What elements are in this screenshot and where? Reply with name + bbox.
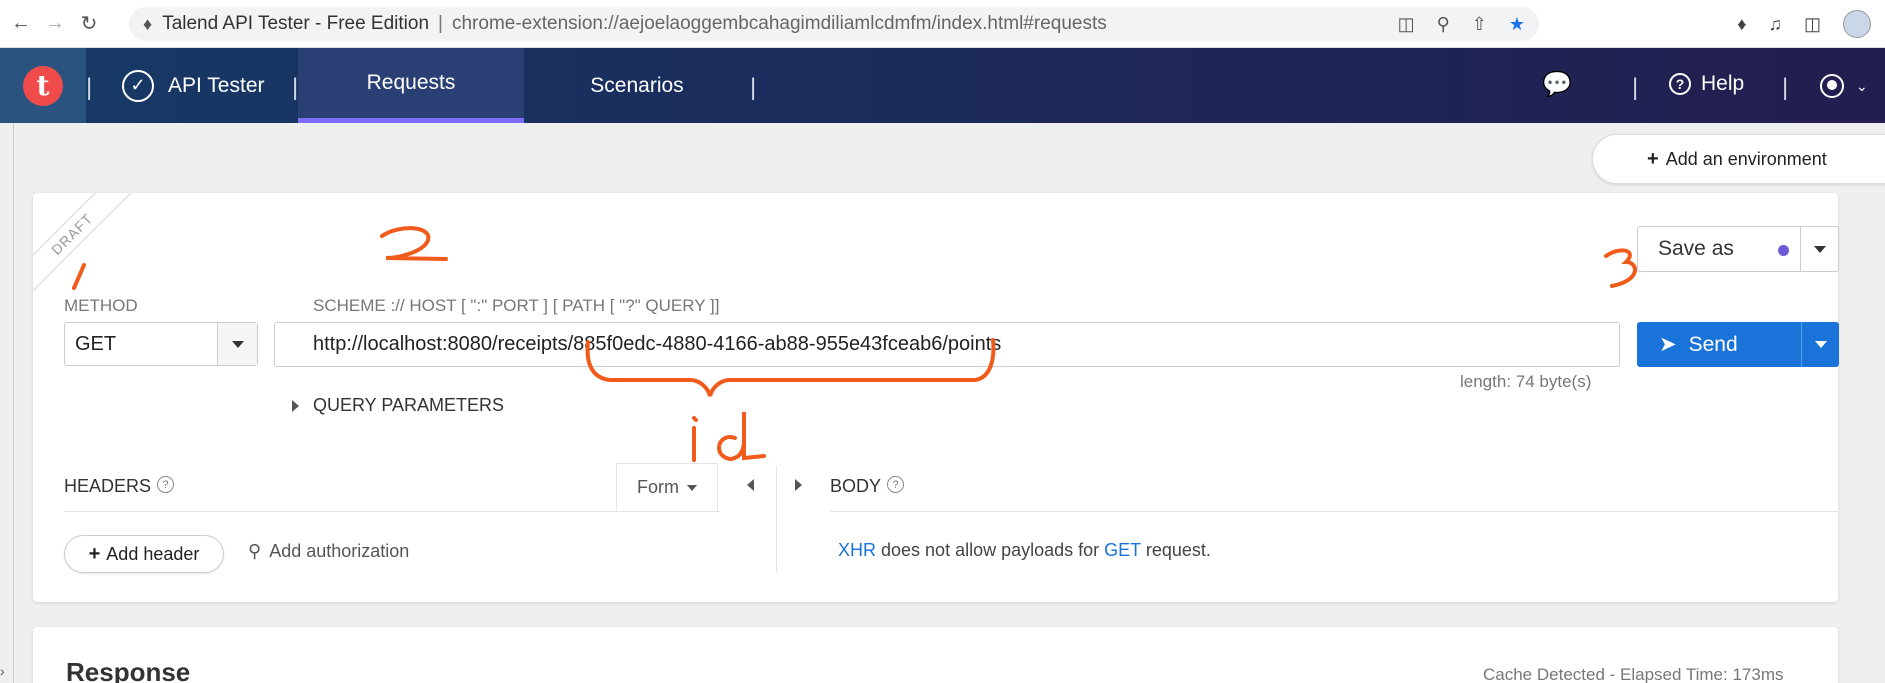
caret-right-icon [292,399,299,412]
help-icon[interactable]: ? [887,476,905,493]
tab-requests[interactable]: Requests [298,48,524,123]
send-label: Send [1688,332,1738,356]
response-card: Response Cache Detected - Elapsed Time: … [33,627,1838,683]
header-divider: | [1632,74,1639,101]
browser-actions: ♦ ♫ ◫ [1737,7,1871,41]
profile-avatar[interactable] [1843,10,1871,38]
save-as-dropdown[interactable] [1800,227,1838,271]
help-label: Help [1701,72,1745,95]
plus-icon: + [88,542,101,565]
unsaved-dot [1778,245,1789,256]
tab-scenarios-label: Scenarios [590,73,684,97]
app-title-label: API Tester [168,73,265,97]
tab-scenarios[interactable]: Scenarios [524,48,750,123]
logo-cell: t [0,48,86,123]
address-bar[interactable]: ♦ Talend API Tester - Free Edition | chr… [129,7,1539,41]
title-separator: | [438,13,443,34]
chevron-right-icon[interactable]: › [0,663,5,679]
add-environment-button[interactable]: + Add an environment [1592,134,1885,184]
url-format-label: SCHEME :// HOST [ ":" PORT ] [ PATH [ "?… [313,296,720,315]
url-input[interactable]: http://localhost:8080/receipts/885f0edc-… [274,322,1620,367]
response-title: Response [66,657,191,683]
body-section-title: BODY ? [830,476,905,497]
url-value: http://localhost:8080/receipts/885f0edc-… [313,333,1002,355]
body-message: XHR does not allow payloads for GET requ… [838,540,1211,561]
key-icon: ⚲ [248,541,262,561]
draft-label: DRAFT [33,193,133,293]
headers-section-title: HEADERS ? [64,476,175,497]
save-as-label: Save as [1658,237,1734,260]
add-authorization-label: Add authorization [269,541,410,561]
collapse-left-icon[interactable] [747,479,754,491]
headers-form-dropdown[interactable]: Form [616,463,718,511]
media-icon[interactable]: ♫ [1768,14,1782,35]
chat-icon[interactable]: 💬 [1542,70,1572,99]
send-button[interactable]: ➤ Send [1637,322,1839,367]
puzzle-icon: ♦ [143,13,153,34]
header-divider: | [86,74,93,101]
response-meta: Cache Detected - Elapsed Time: 173ms [1483,665,1784,683]
extensions-icon[interactable]: ♦ [1737,14,1746,35]
app-header: t | ✓ API Tester | Requests Scenarios | … [0,48,1885,123]
translate-icon[interactable]: ◫ [1398,14,1415,35]
headers-label: HEADERS [64,476,152,496]
query-parameters-toggle[interactable]: QUERY PARAMETERS [292,395,504,416]
share-icon[interactable]: ⇧ [1472,14,1487,35]
method-value: GET [75,332,117,355]
caret-down-icon [1813,245,1826,253]
method-select[interactable]: GET [64,322,258,366]
url-text: chrome-extension://aejoelaoggembcahagimd… [451,13,1107,34]
omnibox-actions: ◫ ⚲ ⇧ ★ [1398,7,1525,41]
back-icon[interactable]: ← [8,11,34,37]
forward-icon[interactable]: → [42,11,68,37]
header-divider: | [1782,74,1789,101]
send-dropdown[interactable] [1801,322,1839,367]
user-icon [1820,74,1844,98]
method-dropdown-toggle[interactable] [217,323,257,365]
add-environment-label: Add an environment [1665,148,1827,169]
chevron-down-icon: ⌄ [1856,77,1868,94]
help-icon[interactable]: ? [157,476,175,493]
get-method-link[interactable]: GET [1104,540,1141,560]
query-parameters-label: QUERY PARAMETERS [313,395,505,415]
caret-down-icon [1814,341,1827,348]
reload-icon[interactable]: ↻ [76,11,102,37]
body-message-middle: does not allow payloads for [876,540,1105,560]
header-divider: | [750,74,757,101]
save-as-button[interactable]: Save as [1637,226,1839,272]
check-circle-icon: ✓ [122,69,154,102]
xhr-link[interactable]: XHR [838,540,876,560]
caret-down-icon [231,340,244,348]
caret-down-icon [687,484,697,491]
sidepanel-icon[interactable]: ◫ [1804,14,1821,35]
add-header-button[interactable]: + Add header [64,535,224,573]
plus-icon: + [1647,147,1659,170]
divider [64,511,720,512]
zoom-icon[interactable]: ⚲ [1437,14,1450,35]
help-icon: ? [1669,73,1691,95]
expand-right-icon[interactable] [795,479,802,491]
divider [830,511,1839,512]
user-menu[interactable]: ⌄ [1820,74,1868,98]
body-message-end: request. [1140,540,1211,560]
tab-title: Talend API Tester - Free Edition [162,13,430,34]
body-label: BODY [830,476,882,496]
send-main[interactable]: ➤ Send [1637,322,1801,367]
left-rail[interactable]: › [0,123,14,683]
draft-ribbon: DRAFT [33,193,133,293]
talend-logo[interactable]: t [23,65,63,106]
paper-plane-icon: ➤ [1659,333,1677,356]
browser-toolbar: ← → ↻ ♦ Talend API Tester - Free Edition… [0,0,1885,48]
help-link[interactable]: ? Help [1669,72,1744,96]
add-header-label: Add header [106,543,200,564]
method-label: METHOD [64,296,138,315]
url-length: length: 74 byte(s) [1460,372,1592,391]
star-icon[interactable]: ★ [1509,14,1525,35]
divider [776,466,777,572]
add-authorization-link[interactable]: ⚲ Add authorization [248,541,409,562]
form-label: Form [637,477,679,497]
tab-requests-label: Requests [366,71,456,94]
app-title[interactable]: ✓ API Tester [122,48,265,123]
